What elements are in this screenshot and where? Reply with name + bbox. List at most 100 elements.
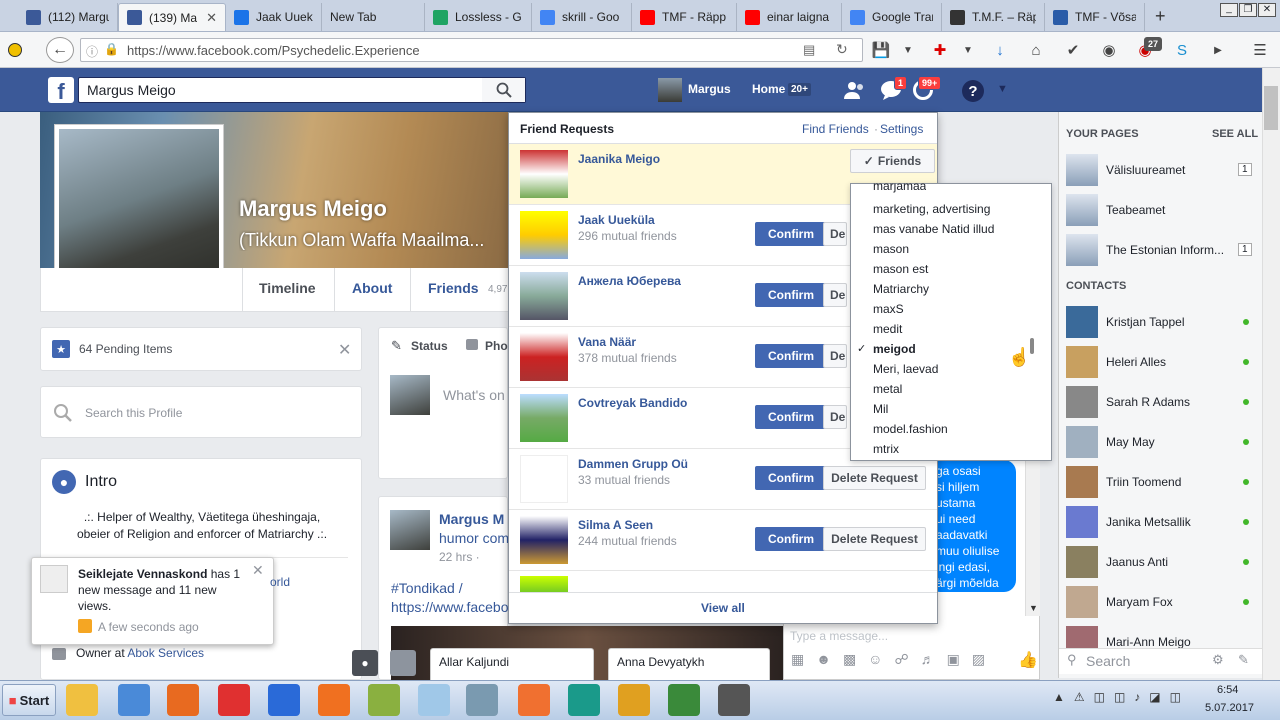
composer-input[interactable]: What's on — [443, 387, 505, 403]
dropdown-arrow-icon[interactable]: ▼ — [898, 40, 918, 60]
paint-icon[interactable] — [368, 684, 400, 716]
window-maximize-button[interactable]: ❐ — [1239, 3, 1257, 17]
scroll-down-arrow-icon[interactable]: ▼ — [1029, 603, 1038, 613]
search-profile-input[interactable]: Search this Profile — [85, 406, 182, 420]
firefox-icon[interactable] — [167, 684, 199, 716]
browser-tab[interactable]: TMF - Võsa — [1045, 3, 1145, 31]
contact-name[interactable]: Mari-Ann Meigo — [1106, 635, 1191, 649]
like-icon[interactable]: 👍 — [1018, 650, 1038, 670]
post-time[interactable]: 22 hrs · — [439, 550, 480, 564]
new-tab-button[interactable]: + — [1155, 6, 1166, 27]
page-avatar[interactable] — [1066, 154, 1098, 186]
network-icon[interactable] — [466, 684, 498, 716]
friend-name[interactable]: Dammen Grupp Oü — [578, 457, 688, 471]
friend-list-item[interactable]: medit — [873, 319, 902, 339]
friend-list-item[interactable]: mason est — [873, 259, 928, 279]
spreadsheet-icon[interactable] — [668, 684, 700, 716]
delete-request-button[interactable]: Dele — [823, 222, 847, 246]
youtube-icon[interactable]: ▶ — [1208, 40, 1228, 60]
browser-tab[interactable]: (112) Margu — [18, 3, 118, 31]
delete-request-button[interactable]: Dele — [823, 405, 847, 429]
sync-icon[interactable]: ◉ — [1099, 40, 1119, 60]
plus-addon-icon[interactable]: ✚ — [930, 40, 950, 60]
pdf-icon[interactable] — [518, 684, 550, 716]
help-icon[interactable]: ? — [962, 80, 984, 102]
friend-list-item[interactable]: metal — [873, 379, 902, 399]
home-icon[interactable]: ⌂ — [1026, 40, 1046, 60]
tab-about[interactable]: About — [352, 280, 392, 296]
menu-icon[interactable]: ☰ — [1250, 40, 1270, 60]
mutual-friends[interactable]: 33 mutual friends — [578, 473, 670, 487]
friend-list-item[interactable]: marjamaa — [873, 183, 926, 193]
thunderbird-icon[interactable] — [268, 684, 300, 716]
sidebar-search-input[interactable]: Search — [1086, 653, 1130, 669]
mutual-friends[interactable]: 244 mutual friends — [578, 534, 677, 548]
page-avatar[interactable] — [1066, 194, 1098, 226]
contact-avatar[interactable] — [1066, 546, 1098, 578]
skype-icon[interactable]: S — [1172, 40, 1192, 60]
friend-list-item[interactable]: mas vanabe Natid illud — [873, 219, 994, 239]
window-minimize-button[interactable]: _ — [1220, 3, 1238, 17]
owner-link[interactable]: Abok Services — [127, 646, 204, 660]
friend-requests-icon[interactable] — [843, 80, 867, 102]
friend-list-item[interactable]: marketing, advertising — [873, 199, 990, 219]
mutual-friends[interactable]: 296 mutual friends — [578, 229, 677, 243]
friend-name[interactable]: Jaak Uueküla — [578, 213, 655, 227]
gear-icon[interactable]: ⚙ — [1212, 652, 1224, 668]
start-button[interactable]: ■ Start — [2, 684, 56, 716]
contact-avatar[interactable] — [1066, 346, 1098, 378]
video-editor-icon[interactable] — [718, 684, 750, 716]
confirm-button[interactable]: Confirm — [755, 527, 827, 551]
friends-button[interactable]: ✓ Friends — [850, 149, 935, 173]
post-hashtag[interactable]: #Tondikad / — [391, 580, 463, 596]
download-icon[interactable]: ↓ — [990, 40, 1010, 60]
delete-request-button[interactable]: Delete Request — [823, 527, 926, 551]
contact-avatar[interactable] — [1066, 506, 1098, 538]
browser-tab[interactable]: skrill - Goo — [532, 3, 632, 31]
window-close-button[interactable]: ✕ — [1258, 3, 1276, 17]
clock-date[interactable]: 5.07.2017 — [1205, 702, 1254, 714]
delete-request-button[interactable]: Dele — [823, 283, 847, 307]
search-tool-icon[interactable] — [618, 684, 650, 716]
partial-link[interactable]: orld — [270, 575, 290, 589]
browser-tab[interactable]: New Tab — [322, 3, 425, 31]
friend-avatar[interactable] — [520, 211, 568, 259]
friend-avatar[interactable] — [520, 516, 568, 564]
chat-settings-icon[interactable] — [390, 650, 416, 676]
avatar[interactable] — [658, 78, 682, 102]
delete-request-button[interactable]: Dele — [823, 344, 847, 368]
friend-avatar[interactable] — [520, 150, 568, 198]
friend-list-item[interactable]: model.fashion — [873, 419, 948, 439]
addon-icon[interactable] — [8, 43, 22, 57]
friend-list-item[interactable]: Mil — [873, 399, 888, 419]
confirm-button[interactable]: Confirm — [755, 466, 827, 490]
notepad-icon[interactable] — [418, 684, 450, 716]
chat-tab[interactable]: Allar Kaljundi — [430, 648, 594, 680]
status-tab[interactable]: Status — [411, 339, 448, 353]
find-friends-link[interactable]: Find Friends — [802, 122, 869, 136]
page-avatar[interactable] — [1066, 234, 1098, 266]
friend-list-item[interactable]: mason — [873, 239, 909, 259]
scrollbar-thumb[interactable] — [1264, 86, 1278, 130]
friend-list-item[interactable]: mtrix — [873, 439, 899, 459]
contact-name[interactable]: May May — [1106, 435, 1155, 449]
confirm-button[interactable]: Confirm — [755, 222, 827, 246]
friend-avatar[interactable] — [520, 455, 568, 503]
page-name[interactable]: The Estonian Inform... — [1106, 243, 1224, 257]
friend-avatar[interactable] — [520, 333, 568, 381]
settings-link[interactable]: Settings — [880, 122, 923, 136]
facebook-search-input[interactable]: Margus Meigo — [78, 77, 526, 103]
eset-icon[interactable] — [568, 684, 600, 716]
reader-view-icon[interactable]: ▤ — [803, 42, 815, 58]
clock-time[interactable]: 6:54 — [1217, 684, 1238, 696]
tab-friends[interactable]: Friends — [428, 280, 479, 296]
contact-avatar[interactable] — [1066, 586, 1098, 618]
contact-name[interactable]: Sarah R Adams — [1106, 395, 1190, 409]
facebook-logo-icon[interactable]: f — [48, 77, 74, 103]
profile-link[interactable]: Margus — [688, 82, 731, 96]
back-button[interactable]: ← — [46, 37, 74, 63]
home-link[interactable]: Home — [752, 82, 785, 96]
browser-tab[interactable]: T.M.F. – Räp — [942, 3, 1045, 31]
browser-tab[interactable]: (139) Ma ✕ — [118, 3, 226, 31]
contact-name[interactable]: Triin Toomend — [1106, 475, 1181, 489]
